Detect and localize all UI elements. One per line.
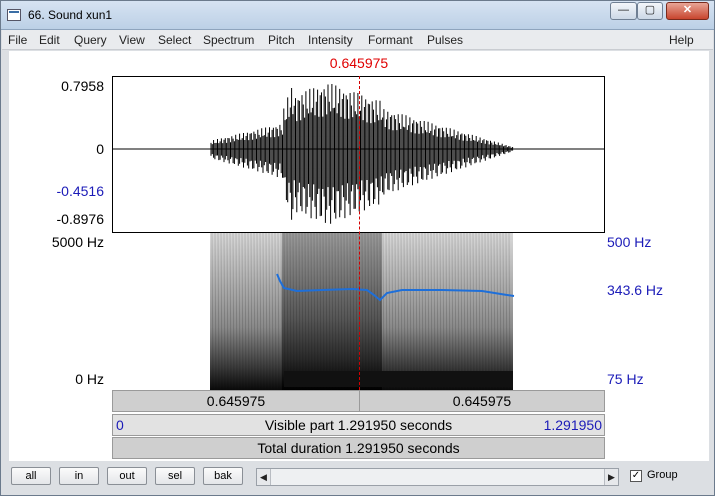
spectrogram-freq-top: 5000 Hz (51, 234, 104, 250)
menu-file[interactable]: File (8, 33, 27, 47)
pitch-value-label: 343.6 Hz (607, 282, 664, 298)
pitch-bottom-label: 75 Hz (607, 371, 644, 387)
zoom-all-button[interactable]: all (11, 467, 51, 485)
waveform-y-zero: 0 (96, 141, 104, 157)
visible-part-label: Visible part 1.291950 seconds (264, 417, 453, 433)
selection-time-bar[interactable]: 0.645975 0.645975 (112, 390, 605, 412)
zoom-in-button[interactable]: in (59, 467, 99, 485)
total-duration-bar[interactable]: Total duration 1.291950 seconds (112, 437, 605, 459)
menu-pitch[interactable]: Pitch (268, 33, 295, 47)
praat-sound-window: 66. Sound xun1 — ▢ ✕ File Edit Query Vie… (0, 0, 715, 496)
menu-pulses[interactable]: Pulses (427, 33, 463, 47)
menu-query[interactable]: Query (74, 33, 107, 47)
waveform-signal (210, 84, 514, 224)
spectrogram-freq-bottom: 0 Hz (75, 371, 104, 387)
waveform-y-cursor: -0.4516 (56, 183, 104, 199)
zoom-back-button[interactable]: bak (203, 467, 243, 485)
scroll-right-icon[interactable]: ▶ (604, 469, 618, 485)
menu-help[interactable]: Help (669, 33, 694, 47)
title-bar: 66. Sound xun1 — ▢ ✕ (1, 1, 714, 30)
menu-bar: File Edit Query View Select Spectrum Pit… (2, 30, 713, 50)
menu-formant[interactable]: Formant (368, 33, 413, 47)
bottom-toolbar: all in out sel bak ◀ ▶ ✓ Group (2, 461, 713, 495)
menu-view[interactable]: View (119, 33, 145, 47)
visible-end-time: 1.291950 (543, 417, 602, 433)
maximize-button[interactable]: ▢ (637, 2, 663, 20)
minimize-button[interactable]: — (610, 2, 637, 20)
cursor-time-label: 0.645975 (329, 55, 389, 71)
cursor-line (359, 76, 360, 390)
spectrogram-low-band (284, 371, 513, 387)
pitch-top-label: 500 Hz (607, 234, 652, 250)
group-label: Group (647, 469, 678, 481)
left-time-segment[interactable]: 0.645975 (113, 391, 360, 411)
close-button[interactable]: ✕ (666, 2, 709, 20)
zoom-out-button[interactable]: out (107, 467, 147, 485)
right-time-segment[interactable]: 0.645975 (360, 391, 604, 411)
horizontal-scrollbar[interactable]: ◀ ▶ (256, 468, 619, 486)
total-duration-label: Total duration 1.291950 seconds (257, 440, 460, 456)
group-checkbox[interactable]: ✓ (630, 470, 642, 482)
scroll-left-icon[interactable]: ◀ (257, 469, 271, 485)
menu-select[interactable]: Select (158, 33, 191, 47)
window-title: 66. Sound xun1 (28, 8, 113, 22)
zoom-sel-button[interactable]: sel (155, 467, 195, 485)
waveform-y-min: -0.8976 (56, 211, 104, 227)
visible-part-bar[interactable]: 0 Visible part 1.291950 seconds 1.291950 (112, 414, 605, 436)
menu-edit[interactable]: Edit (39, 33, 60, 47)
window-app-icon (7, 9, 21, 21)
menu-spectrum[interactable]: Spectrum (203, 33, 254, 47)
menu-intensity[interactable]: Intensity (308, 33, 353, 47)
sound-editor-area: 0.645975 0.7958 0 -0.4516 -0.8976 5000 H… (9, 51, 709, 461)
waveform-y-max: 0.7958 (61, 78, 104, 94)
